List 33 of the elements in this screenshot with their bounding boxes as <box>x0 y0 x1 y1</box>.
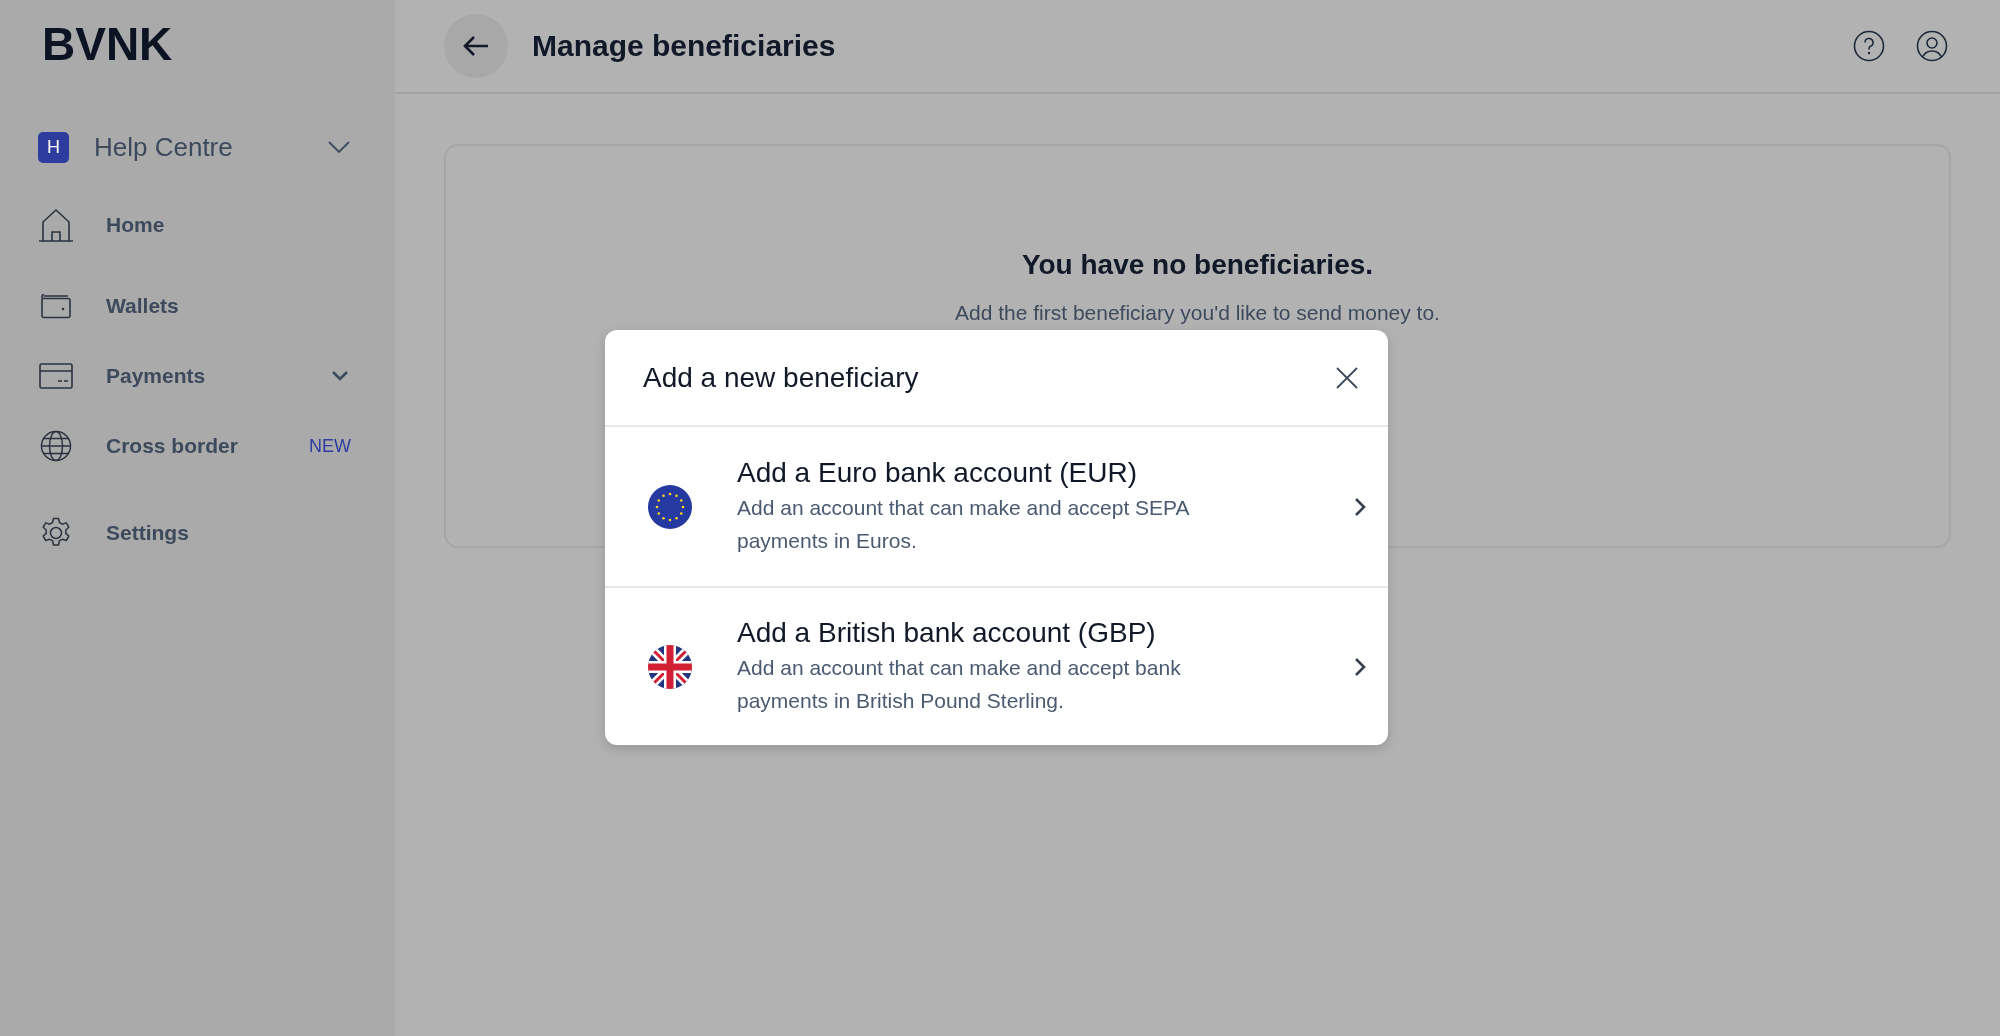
chevron-down-icon[interactable] <box>331 370 349 382</box>
help-icon[interactable] <box>1853 30 1885 62</box>
empty-state-message: Add the first beneficiary you'd like to send money to. <box>955 301 1440 325</box>
workspace-avatar: H <box>38 131 69 163</box>
close-icon[interactable] <box>1336 366 1358 389</box>
empty-state-title: You have no beneficiaries. <box>1021 249 1374 281</box>
sidebar-item[interactable]: Home <box>106 213 165 237</box>
chevron-right-icon <box>1354 656 1366 677</box>
sidebar-item[interactable]: Payments <box>106 364 206 388</box>
arrow-left-icon <box>462 35 490 57</box>
account-option[interactable]: Add a Euro bank account (EUR) Add an account that can make and accept SEPA payments in Euros. <box>605 427 1388 586</box>
option-description: Add an account that can make and accept bank payments in British Pound Sterling. <box>737 654 1182 714</box>
workspace-name[interactable]: Help Centre <box>94 131 233 163</box>
logo: BVNK <box>42 20 174 68</box>
page-title: Manage beneficiaries <box>532 29 836 63</box>
account-option[interactable]: Add a British bank account (GBP) Add an account that can make and accept bank payments in British Pound Sterling. <box>605 586 1388 745</box>
sidebar-item[interactable]: Settings <box>106 521 189 545</box>
chevron-right-icon <box>1354 496 1366 517</box>
eu-flag-icon <box>648 484 692 529</box>
globe-icon <box>38 430 74 462</box>
chevron-down-icon[interactable] <box>327 140 351 154</box>
new-label: NEW <box>309 435 351 457</box>
sidebar-item[interactable]: Cross border <box>106 434 238 458</box>
uk-flag-icon <box>648 644 692 689</box>
home-icon <box>38 208 74 242</box>
credit-card-icon <box>38 363 74 389</box>
modal-title: Add a new beneficiary <box>643 361 919 394</box>
option-description: Add an account that can make and accept SEPA payments in Euros. <box>737 494 1190 554</box>
profile-icon[interactable] <box>1916 30 1948 62</box>
wallet-icon <box>38 292 74 320</box>
option-title: Add a British bank account (GBP) <box>737 616 1157 649</box>
option-title: Add a Euro bank account (EUR) <box>737 456 1138 489</box>
sidebar-item[interactable]: Wallets <box>106 294 179 318</box>
